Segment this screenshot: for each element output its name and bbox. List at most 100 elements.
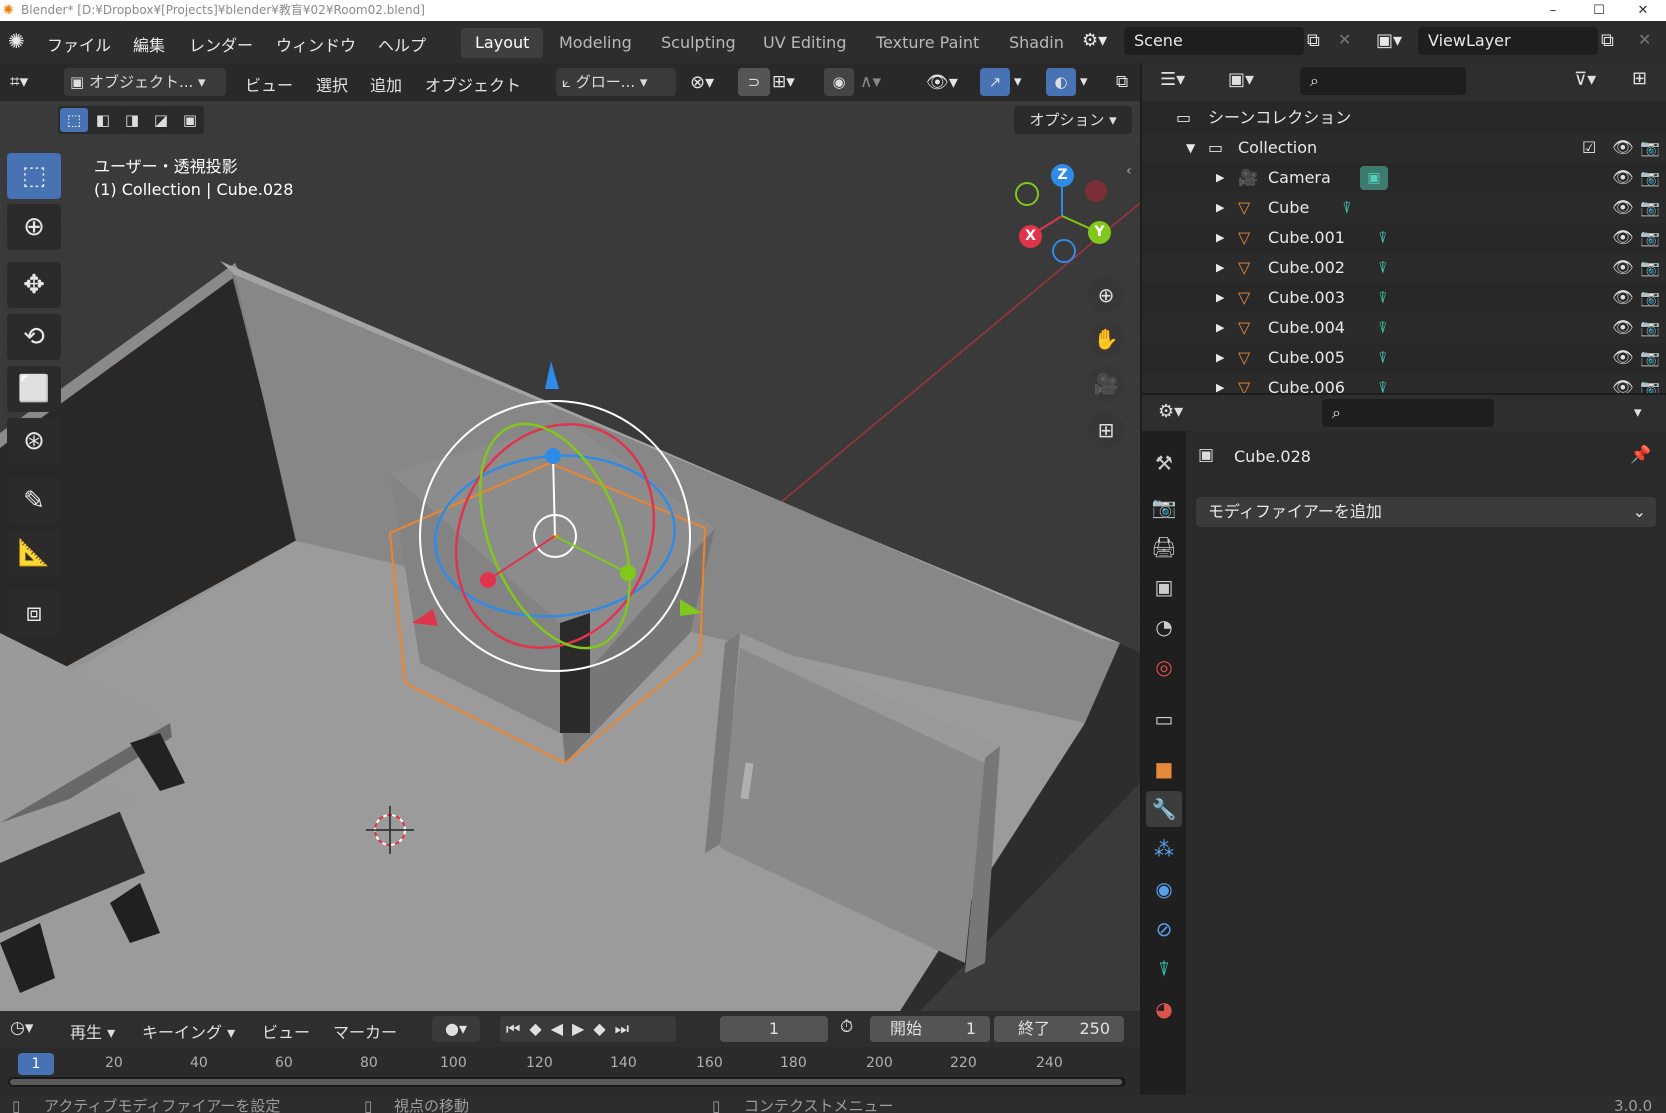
options-dropdown[interactable]: オプション ▾ [1014, 106, 1132, 134]
cursor-tool-icon[interactable]: ⊕ [7, 204, 61, 250]
collection-tab-icon[interactable]: ▭ [1146, 701, 1182, 737]
exclude-checkbox-icon[interactable]: ☑ [1582, 133, 1596, 163]
properties-search-input[interactable]: ⌕ [1322, 399, 1494, 427]
select-new-icon[interactable]: ⬚ [60, 108, 88, 132]
select-extend-icon[interactable]: ◧ [89, 108, 117, 132]
properties-panel[interactable]: ⚙▾ ⌕ ▾ ⚒ 📷 🖨 ▣ ◔ ◎ ▭ ■ 🔧 ⁂ ◉ ⊘ ⍒ ◕ ▣ Cub… [1142, 395, 1666, 1095]
outliner-row-mesh[interactable]: ▶ ▽ Cube.006 ⍒ 👁 📷 [1142, 373, 1666, 393]
render-tab-icon[interactable]: 📷 [1146, 489, 1182, 525]
visibility-eye-icon[interactable]: 👁 [1612, 283, 1634, 313]
render-camera-icon[interactable]: 📷 [1640, 223, 1660, 253]
mesh-data-icon[interactable]: ⍒ [1378, 223, 1388, 253]
menu-select[interactable]: 選択 [316, 72, 348, 96]
menu-object[interactable]: オブジェクト [425, 72, 521, 96]
overlay-toggle-icon[interactable]: ◐ [1046, 68, 1076, 96]
mode-dropdown[interactable]: ▣ オブジェクト... ▾ [64, 68, 226, 96]
overlay-dropdown-icon[interactable]: ▾ [1080, 72, 1088, 90]
playback-menu[interactable]: 再生 ▾ [70, 1019, 115, 1043]
render-camera-icon[interactable]: 📷 [1640, 253, 1660, 283]
tab-uv-editing[interactable]: UV Editing [749, 28, 860, 58]
outliner-row-mesh[interactable]: ▶ ▽ Cube.004 ⍒ 👁 📷 [1142, 313, 1666, 343]
outliner-row-mesh[interactable]: ▶ ▽ Cube.002 ⍒ 👁 📷 [1142, 253, 1666, 283]
tab-modeling[interactable]: Modeling [545, 28, 646, 58]
visibility-icon[interactable]: 👁▾ [926, 72, 958, 93]
falloff-icon[interactable]: ∧▾ [860, 72, 881, 92]
expand-arrow-icon[interactable]: ▶ [1216, 283, 1224, 313]
scene-name-field[interactable]: Scene [1124, 27, 1304, 55]
outliner-panel[interactable]: ☰▾ ▣▾ ⌕ ⊽▾ ⊞ ▭ シーンコレクション ▼ ▭ Collection … [1142, 63, 1666, 393]
tab-shading[interactable]: Shadin [995, 28, 1078, 58]
tab-sculpting[interactable]: Sculpting [647, 28, 750, 58]
mesh-data-tab-icon[interactable]: ⍒ [1146, 951, 1182, 987]
mesh-data-icon[interactable]: ⍒ [1378, 253, 1388, 283]
new-collection-icon[interactable]: ⊞ [1632, 68, 1647, 89]
visibility-eye-icon[interactable]: 👁 [1612, 313, 1634, 343]
world-tab-icon[interactable]: ◎ [1146, 649, 1182, 685]
menu-render[interactable]: レンダー [189, 32, 253, 56]
outliner-row-camera[interactable]: ▶ 🎥 Camera ▣ 👁 📷 [1142, 163, 1666, 193]
scene-selector-icon[interactable]: ⚙▾ [1082, 30, 1107, 51]
view-layer-tab-icon[interactable]: ▣ [1146, 569, 1182, 605]
nav-gizmo-z[interactable]: Z [1051, 164, 1074, 187]
mesh-data-icon[interactable]: ⍒ [1378, 373, 1388, 393]
visibility-eye-icon[interactable]: 👁 [1612, 193, 1634, 223]
visibility-eye-icon[interactable]: 👁 [1612, 373, 1634, 393]
playhead-frame[interactable]: 1 [18, 1053, 54, 1075]
outliner-search-input[interactable]: ⌕ [1300, 67, 1466, 95]
select-intersect-icon[interactable]: ▣ [176, 108, 204, 132]
menu-view[interactable]: ビュー [245, 72, 293, 96]
end-frame-field[interactable]: 終了 250 [994, 1016, 1124, 1042]
move-tool-icon[interactable]: ✥ [7, 262, 61, 308]
outliner-row-mesh[interactable]: ▶ ▽ Cube.003 ⍒ 👁 📷 [1142, 283, 1666, 313]
keying-menu[interactable]: キーイング ▾ [142, 1019, 235, 1043]
auto-keying-icon[interactable]: ●▾ [432, 1016, 480, 1042]
delete-view-layer-icon[interactable]: ✕ [1638, 30, 1651, 49]
visibility-eye-icon[interactable]: 👁 [1612, 223, 1634, 253]
proportional-edit-icon[interactable]: ◉ [824, 68, 854, 96]
menu-window[interactable]: ウィンドウ [276, 32, 356, 56]
properties-options-icon[interactable]: ▾ [1634, 403, 1642, 421]
measure-tool-icon[interactable]: 📐 [7, 530, 61, 576]
properties-editor-type-icon[interactable]: ⚙▾ [1158, 401, 1183, 422]
next-keyframe-icon[interactable]: ◆ [593, 1019, 614, 1038]
visibility-eye-icon[interactable]: 👁 [1612, 343, 1634, 373]
expand-arrow-icon[interactable]: ▶ [1216, 193, 1224, 223]
select-box-tool-icon[interactable]: ⬚ [7, 153, 61, 199]
mesh-data-icon[interactable]: ⍒ [1378, 313, 1388, 343]
expand-arrow-icon[interactable]: ▶ [1216, 253, 1224, 283]
transform-orientation-dropdown[interactable]: ⟀ グロー... ▾ [556, 68, 676, 96]
pan-hand-icon[interactable]: ✋ [1088, 321, 1124, 357]
current-frame-field[interactable]: 1 [720, 1016, 828, 1042]
menu-help[interactable]: ヘルプ [378, 32, 426, 56]
tab-texture-paint[interactable]: Texture Paint [862, 28, 993, 58]
particles-tab-icon[interactable]: ⁂ [1146, 831, 1182, 867]
camera-data-icon[interactable]: ▣ [1360, 166, 1388, 190]
filter-icon[interactable]: ⊽▾ [1574, 69, 1596, 90]
zoom-icon[interactable]: ⊕ [1088, 277, 1124, 313]
expand-arrow-icon[interactable]: ▶ [1216, 163, 1224, 193]
marker-menu[interactable]: マーカー [333, 1019, 397, 1043]
render-camera-icon[interactable]: 📷 [1640, 193, 1660, 223]
expand-arrow-icon[interactable]: ▶ [1216, 343, 1224, 373]
outliner-row-mesh[interactable]: ▶ ▽ Cube.005 ⍒ 👁 📷 [1142, 343, 1666, 373]
expand-arrow-icon[interactable]: ▶ [1216, 373, 1224, 393]
timeline-scrollbar[interactable] [8, 1077, 1126, 1087]
material-tab-icon[interactable]: ◕ [1146, 991, 1182, 1027]
editor-type-icon[interactable]: ⌗▾ [10, 72, 28, 92]
nav-gizmo-x[interactable]: X [1019, 225, 1042, 248]
snap-target-icon[interactable]: ⊞▾ [772, 72, 795, 92]
3d-viewport[interactable]: Z Y X ユーザー・透視投影 (1) Collection | Cube.02… [0, 63, 1140, 1011]
timeline-ruler[interactable]: 1 20 40 60 80 100 120 140 160 180 200 22… [0, 1049, 1140, 1079]
visibility-eye-icon[interactable]: 👁 [1612, 133, 1634, 163]
xray-toggle-icon[interactable]: ⧉ [1116, 72, 1128, 92]
mesh-data-icon[interactable]: ⍒ [1342, 193, 1352, 223]
outliner-editor-type-icon[interactable]: ☰▾ [1160, 69, 1185, 90]
delete-scene-icon[interactable]: ✕ [1338, 30, 1351, 49]
add-modifier-dropdown[interactable]: モディファイアーを追加 ⌄ [1196, 497, 1656, 527]
camera-view-icon[interactable]: 🎥 [1088, 366, 1124, 402]
pin-icon[interactable]: 📌 [1630, 445, 1651, 465]
timeline-editor-type-icon[interactable]: ◷▾ [10, 1018, 33, 1038]
mesh-data-icon[interactable]: ⍒ [1378, 343, 1388, 373]
new-view-layer-icon[interactable]: ⧉ [1601, 30, 1614, 51]
play-reverse-icon[interactable]: ◀ [551, 1019, 572, 1038]
